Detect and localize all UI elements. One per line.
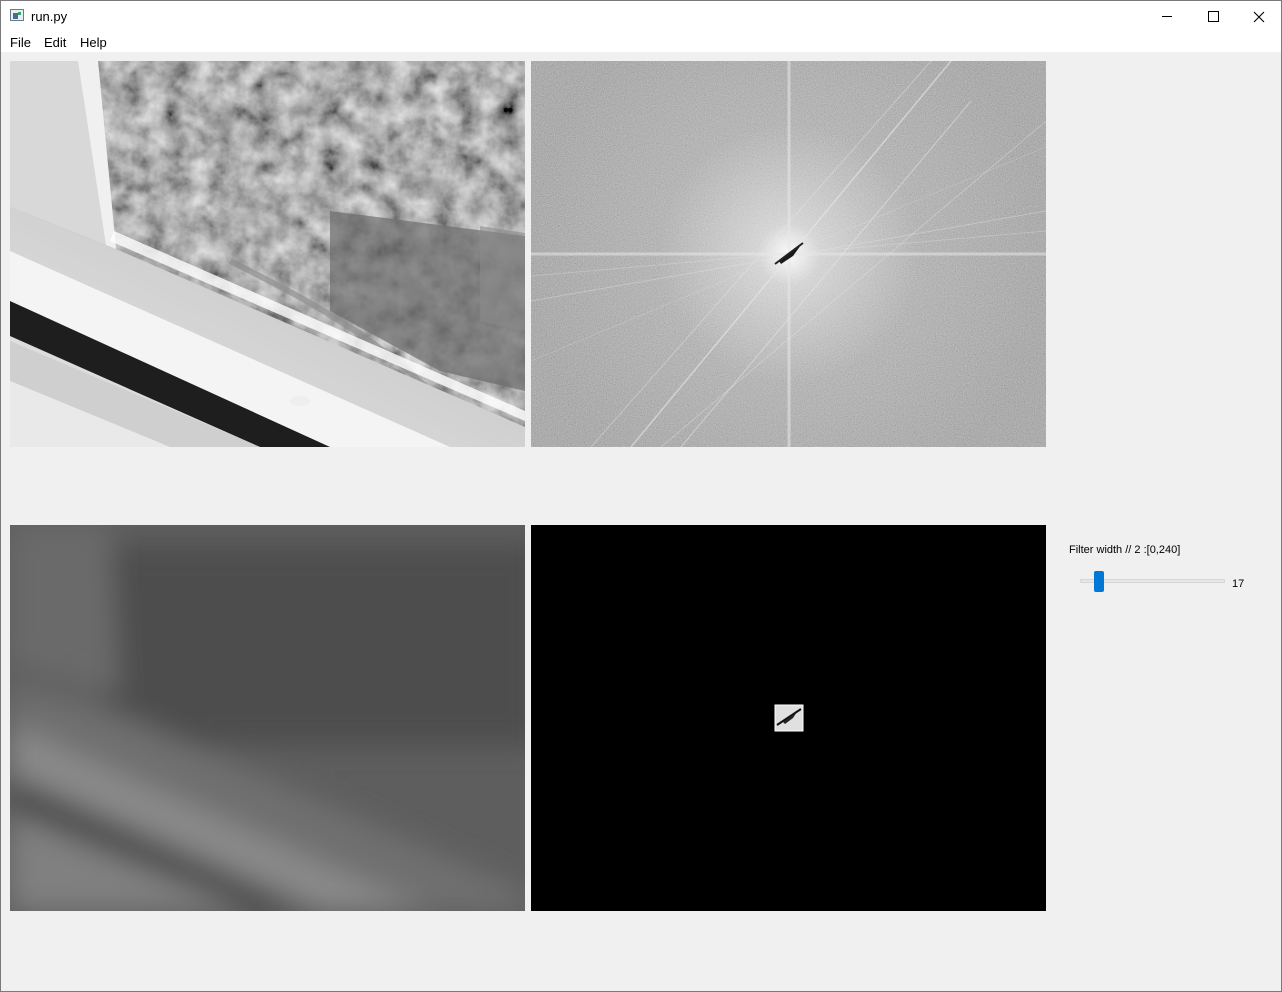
filter-width-value: 17 [1232, 578, 1245, 590]
minimize-button[interactable] [1144, 1, 1190, 32]
filter-width-label: Filter width // 2 :[0,240] [1069, 544, 1181, 556]
menu-help[interactable]: Help [80, 35, 107, 50]
menu-edit[interactable]: Edit [44, 35, 66, 50]
menu-bar: File Edit Help [1, 32, 1281, 52]
filter-width-slider-handle[interactable] [1094, 571, 1105, 592]
masked-spectrum-view [531, 525, 1046, 911]
fft-spectrum-view [531, 61, 1046, 447]
app-window: run.py File Edit Help Filter width // 2 … [0, 0, 1282, 992]
close-icon [1253, 11, 1265, 22]
maximize-icon [1207, 11, 1219, 22]
title-bar[interactable]: run.py [1, 1, 1281, 32]
minimize-icon [1162, 16, 1172, 17]
maximize-button[interactable] [1190, 1, 1236, 32]
menu-file[interactable]: File [10, 35, 31, 50]
window-title: run.py [31, 9, 68, 24]
python-app-icon [10, 9, 24, 21]
close-button[interactable] [1236, 1, 1282, 32]
filtered-image-view [10, 525, 525, 911]
original-image-view [10, 61, 525, 447]
